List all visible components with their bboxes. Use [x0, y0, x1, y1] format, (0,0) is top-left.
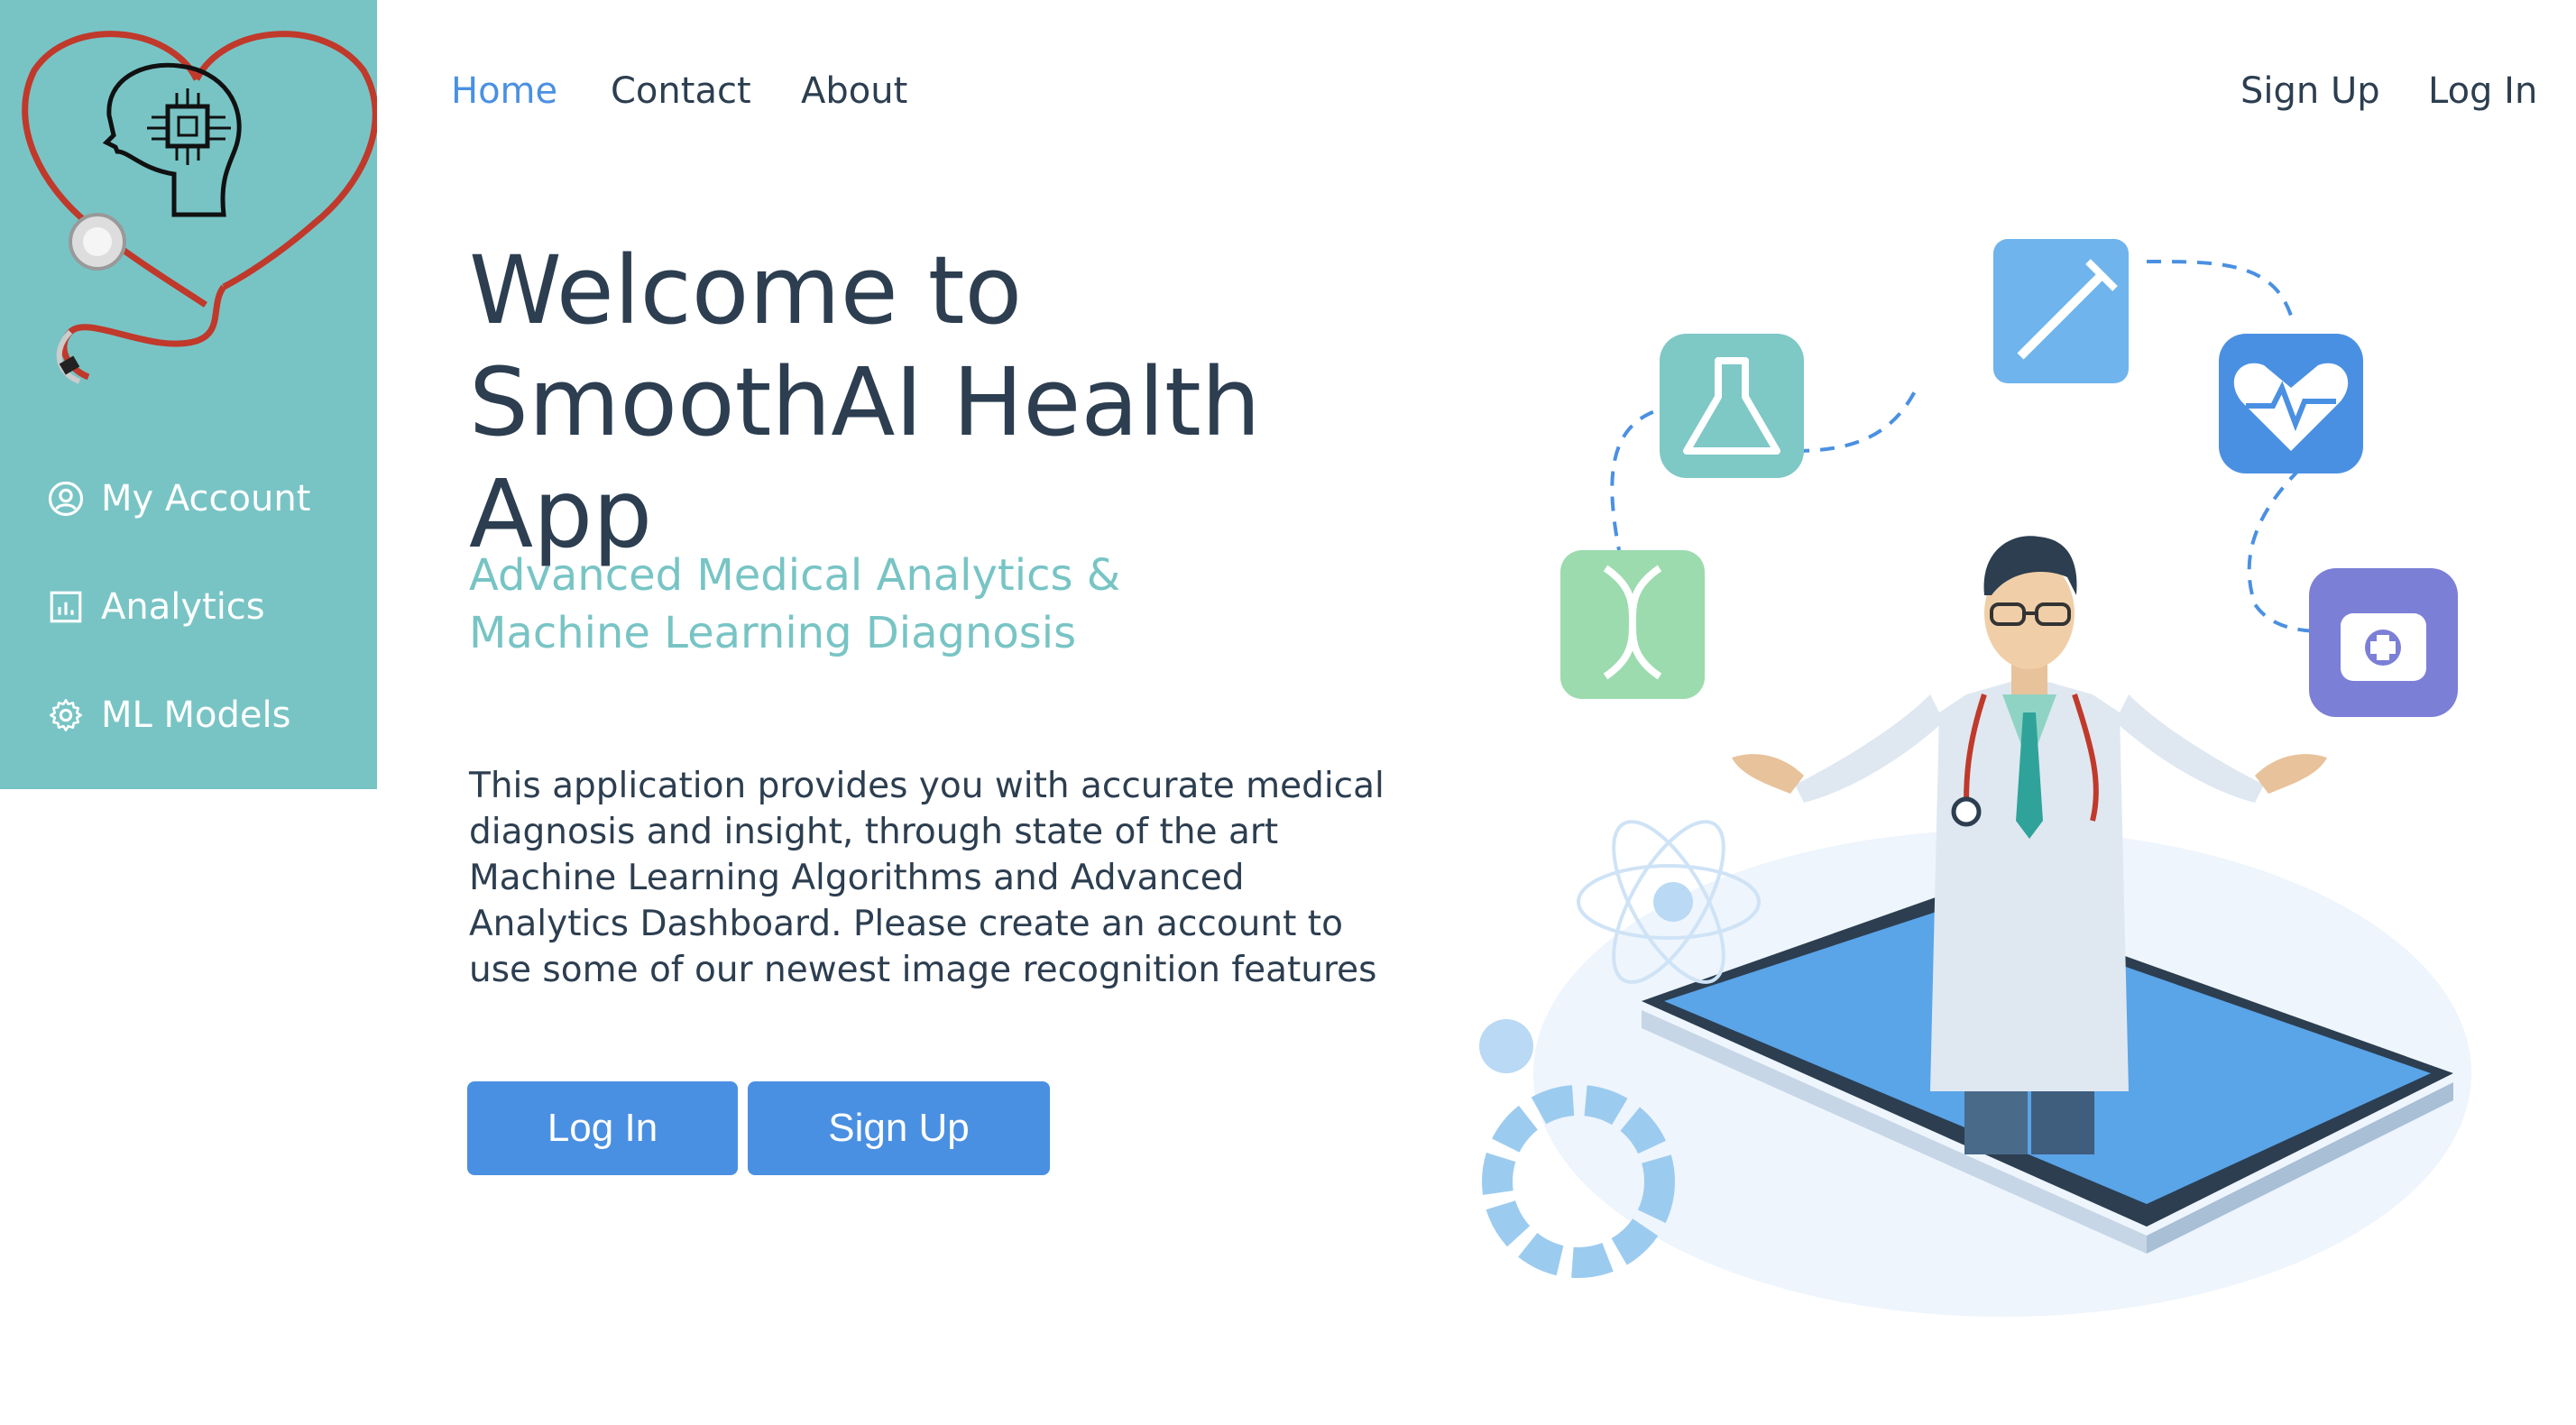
nav-sign-up-link[interactable]: Sign Up: [2240, 70, 2380, 112]
syringe-icon: [1993, 239, 2129, 383]
medical-kit-icon: [2309, 568, 2458, 717]
sidebar-item-label: ML Models: [101, 694, 291, 736]
gear-icon: [50, 699, 82, 731]
nav-contact-link[interactable]: Contact: [611, 70, 751, 112]
doctor-illustration: [1425, 207, 2489, 1335]
nav-about-link[interactable]: About: [801, 70, 907, 112]
sidebar: My Account Analytics ML Models: [0, 0, 377, 789]
app-logo: [22, 31, 377, 384]
subtitle-line-1: Advanced Medical Analytics &: [469, 550, 1121, 601]
page-title: Welcome to SmoothAI Health App: [469, 234, 1461, 570]
bar-chart-icon: [50, 591, 82, 623]
subtitle-line-2: Machine Learning Diagnosis: [469, 608, 1077, 658]
sidebar-item-analytics[interactable]: Analytics: [47, 586, 265, 628]
nav-home-link[interactable]: Home: [451, 70, 557, 112]
app-description: This application provides you with accur…: [469, 766, 1385, 990]
title-line-1: Welcome to: [469, 235, 1023, 345]
sidebar-item-label: My Account: [101, 478, 311, 519]
nav-log-in-link[interactable]: Log In: [2428, 70, 2537, 112]
sidebar-item-ml-models[interactable]: ML Models: [47, 694, 290, 736]
log-in-button[interactable]: Log In: [467, 1081, 738, 1175]
user-circle-icon: [48, 481, 84, 517]
sign-up-button[interactable]: Sign Up: [748, 1081, 1050, 1175]
sidebar-item-my-account[interactable]: My Account: [47, 478, 310, 519]
flask-icon: [1660, 334, 1804, 478]
dna-icon: [1560, 550, 1705, 699]
page-subtitle: Advanced Medical Analytics & Machine Lea…: [469, 547, 1281, 662]
heart-pulse-icon: [2219, 334, 2363, 473]
title-line-2: SmoothAI Health App: [469, 347, 1261, 569]
sidebar-item-label: Analytics: [101, 586, 265, 628]
